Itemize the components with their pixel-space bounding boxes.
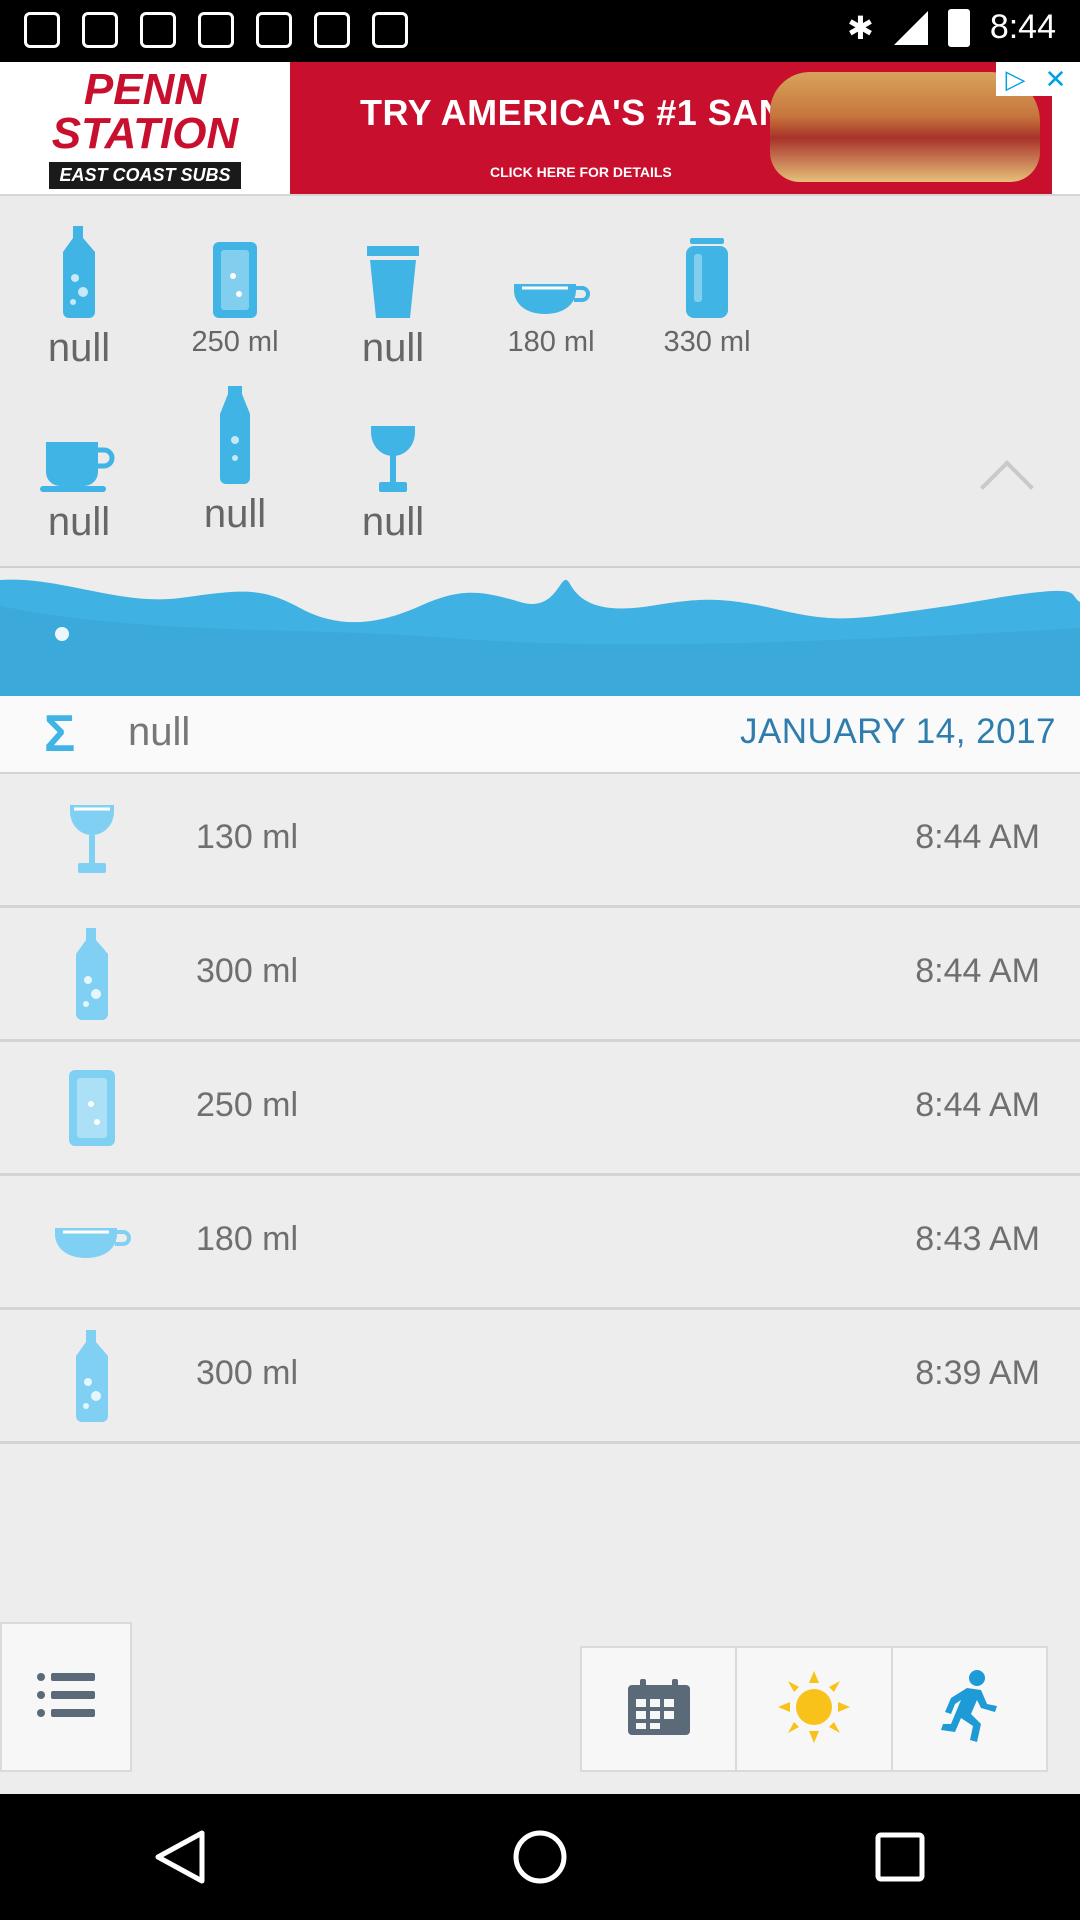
list-item[interactable]: 250 ml 8:44 AM [0, 1042, 1080, 1176]
intake-amount: 300 ml [196, 1354, 299, 1392]
list-item[interactable]: 300 ml 8:39 AM [0, 1310, 1080, 1444]
water-bottle-icon [52, 1328, 132, 1424]
intake-time: 8:43 AM [915, 1220, 1040, 1258]
recents-button[interactable] [865, 1822, 935, 1892]
intake-amount: 180 ml [196, 1220, 299, 1258]
system-navigation-bar [0, 1794, 1080, 1920]
bottom-toolbar [580, 1646, 1048, 1772]
activity-button[interactable] [893, 1648, 1046, 1770]
drink-selector: null 250 ml null 180 ml 330 ml null null… [0, 196, 1080, 568]
daily-total: null [128, 710, 191, 754]
drink-label: null [361, 500, 425, 544]
ad-subline: CLICK HERE FOR DETAILS [490, 164, 672, 180]
drink-label: null [47, 500, 111, 544]
drink-label: 330 ml [663, 326, 751, 358]
close-icon[interactable]: ✕ [1045, 64, 1067, 95]
wine-glass-icon [318, 392, 468, 492]
list-item[interactable]: 180 ml 8:43 AM [0, 1176, 1080, 1310]
ad-logo-line2: STATION [51, 108, 239, 158]
drink-option[interactable]: 180 ml [476, 218, 626, 359]
intake-log: 130 ml 8:44 AM 300 ml 8:44 AM 250 ml 8:4… [0, 774, 1080, 1444]
chevron-up-icon[interactable] [980, 460, 1034, 514]
notification-icon [24, 12, 60, 48]
back-button[interactable] [145, 1822, 215, 1892]
intake-time: 8:44 AM [915, 818, 1040, 856]
list-item[interactable]: 130 ml 8:44 AM [0, 774, 1080, 908]
glass-icon [160, 218, 310, 318]
water-level-wave [0, 579, 1080, 696]
water-bottle-icon [4, 218, 154, 318]
daily-summary: Σ null JANUARY 14, 2017 [0, 696, 1080, 774]
status-bar: ✱ 8:44 [0, 0, 1080, 62]
drink-option[interactable]: null [318, 218, 468, 371]
drink-option[interactable]: null [318, 392, 468, 545]
soda-bottle-icon [160, 384, 310, 484]
list-item[interactable]: 300 ml 8:44 AM [0, 908, 1080, 1042]
cup-icon [318, 218, 468, 318]
lock-icon [314, 12, 350, 48]
game-icon [372, 12, 408, 48]
notification-icon [140, 12, 176, 48]
running-icon [937, 1669, 1001, 1749]
drink-label: null [203, 492, 267, 536]
current-date[interactable]: JANUARY 14, 2017 [740, 712, 1056, 752]
calendar-button[interactable] [582, 1648, 738, 1770]
sun-icon [777, 1670, 850, 1748]
battery-icon [947, 8, 970, 47]
notification-icon [256, 12, 292, 48]
drink-label: null [361, 326, 425, 370]
sigma-icon: Σ [44, 705, 76, 763]
wine-glass-icon [52, 792, 132, 888]
glass-icon [52, 1060, 132, 1156]
drink-label: null [47, 326, 111, 370]
drink-option[interactable]: null [4, 218, 154, 371]
intake-amount: 300 ml [196, 952, 299, 990]
drink-option[interactable]: 330 ml [632, 218, 782, 359]
ad-logo-tag: EAST COAST SUBS [49, 161, 241, 189]
can-icon [632, 218, 782, 318]
notification-icon [198, 12, 234, 48]
tea-cup-icon [52, 1194, 132, 1290]
drink-label: 250 ml [191, 326, 279, 358]
intake-amount: 250 ml [196, 1086, 299, 1124]
intake-time: 8:44 AM [915, 952, 1040, 990]
clock: 8:44 [989, 8, 1056, 46]
weather-button[interactable] [737, 1648, 893, 1770]
drink-option[interactable]: 250 ml [160, 218, 310, 359]
menu-button[interactable] [0, 1622, 132, 1772]
bluetooth-icon: ✱ [847, 9, 874, 46]
signal-icon [893, 10, 928, 45]
water-bottle-icon [52, 926, 132, 1022]
notification-icon [82, 12, 118, 48]
drink-option[interactable]: null [160, 384, 310, 537]
adchoices-icon[interactable]: ▷ [1006, 64, 1026, 95]
calendar-icon [627, 1678, 690, 1740]
home-button[interactable] [505, 1822, 575, 1892]
drink-option[interactable]: null [4, 392, 154, 545]
coffee-mug-icon [4, 392, 154, 492]
ad-logo: PENN STATION EAST COAST SUBS [0, 62, 290, 194]
intake-time: 8:44 AM [915, 1086, 1040, 1124]
intake-time: 8:39 AM [915, 1354, 1040, 1392]
ad-banner[interactable]: PENN STATION EAST COAST SUBS TRY AMERICA… [0, 62, 1080, 196]
intake-amount: 130 ml [196, 818, 299, 856]
drink-label: 180 ml [507, 326, 595, 358]
tea-cup-icon [476, 218, 626, 318]
menu-icon [37, 1672, 95, 1723]
ad-logo-line1: PENN [83, 64, 207, 114]
